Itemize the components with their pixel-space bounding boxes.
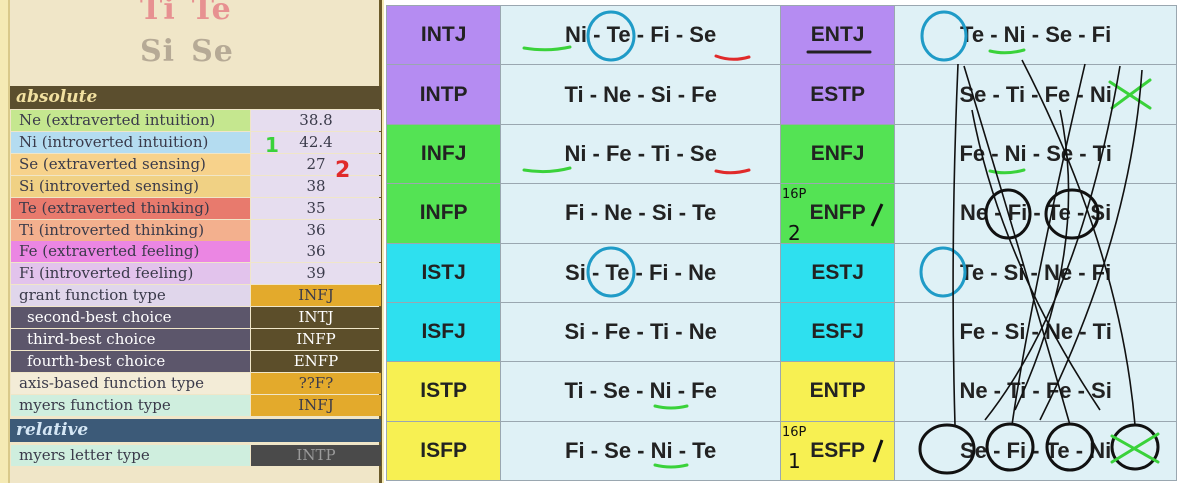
metric-row: Si (introverted sensing) 38 <box>11 175 381 197</box>
metric-label: Se (extraverted sensing) <box>11 153 250 175</box>
type-code-extravert: ENFP <box>779 183 896 244</box>
function-stack-extravert: Fe - Ni - Se - Ti <box>894 123 1177 185</box>
metric-row: grant function type INFJ <box>11 285 381 307</box>
metric-value: 42.4 <box>251 131 381 153</box>
metric-label: grant function type <box>11 285 250 307</box>
logo-ti: Ti <box>140 0 176 27</box>
logo-si: Si <box>140 34 176 69</box>
metric-label: axis-based function type <box>11 372 250 394</box>
metric-row: Se (extraverted sensing) 27 <box>11 153 381 175</box>
metric-label: Te (extraverted thinking) <box>11 197 250 219</box>
section-header-absolute: absolute <box>10 86 381 109</box>
metric-value: INFJ <box>251 285 381 307</box>
type-code-extravert: ENTJ <box>779 4 896 66</box>
relative-row: myers letter type INTP <box>11 445 381 466</box>
metric-row: Ni (introverted intuition) 42.4 <box>11 131 381 153</box>
function-stack-introvert: Fi - Se - Ni - Te <box>500 420 781 482</box>
type-code-introvert: ISFP <box>385 420 502 482</box>
relative-label: myers letter type <box>11 445 250 466</box>
type-row: ISFP Fi - Se - Ni - Te ESFP Se - Fi - Te - … <box>385 420 1177 482</box>
metric-row: third-best choice INFP <box>11 329 381 350</box>
relative-value: INTP <box>251 445 381 466</box>
type-row: INFP Fi - Ne - Si - Te ENFP Ne - Fi - Te - … <box>385 183 1177 244</box>
metric-label: Fi (introverted feeling) <box>11 263 250 285</box>
type-code-introvert: INTP <box>385 64 502 125</box>
type-code-introvert: INFP <box>385 183 502 244</box>
function-stack-extravert: Se - Ti - Fe - Ni <box>894 64 1177 125</box>
metric-label: Ni (introverted intuition) <box>11 131 250 153</box>
metric-value: 35 <box>251 197 381 219</box>
function-stack-introvert: Si - Te - Fi - Ne <box>500 242 781 303</box>
results-panel: Ti Te Si Se absolute Ne (extraverted intui… <box>0 0 384 483</box>
type-code-introvert: ISFJ <box>385 301 502 363</box>
function-stack-extravert: Fe - Si - Ne - Ti <box>894 301 1177 363</box>
metric-row: Fe (extraverted feeling) 36 <box>11 241 381 263</box>
metric-label: second-best choice <box>11 307 250 329</box>
metric-value: 38.8 <box>251 110 381 131</box>
type-code-extravert: ENFJ <box>779 123 896 185</box>
logo-se: Se <box>191 34 234 69</box>
metric-row: myers function type INFJ <box>11 394 381 416</box>
type-row: ISTJ Si - Te - Fi - Ne ESTJ Te - Si - Ne - … <box>385 242 1177 303</box>
type-code-extravert: ESTP <box>779 64 896 125</box>
section-header-relative: relative <box>10 419 381 442</box>
metric-label: Ti (introverted thinking) <box>11 219 250 241</box>
metric-row: Ne (extraverted intuition) 38.8 <box>11 110 381 131</box>
metric-value: ??F? <box>251 372 381 394</box>
type-code-extravert: ESTJ <box>779 242 896 303</box>
metric-value: 27 <box>251 153 381 175</box>
metric-value: INFP <box>251 329 381 350</box>
function-stack-introvert: Ni - Fe - Ti - Se <box>500 123 781 185</box>
metric-value: 36 <box>251 241 381 263</box>
type-row: ISTP Ti - Se - Ni - Fe ENTP Ne - Ti - Fe - … <box>385 361 1177 422</box>
function-stack-introvert: Si - Fe - Ti - Ne <box>500 301 781 363</box>
metric-label: Ne (extraverted intuition) <box>11 110 250 131</box>
metric-label: Fe (extraverted feeling) <box>11 241 250 263</box>
type-code-extravert: ESFJ <box>779 301 896 363</box>
metric-value: 36 <box>251 219 381 241</box>
logo-bottom: Si Se <box>140 34 250 69</box>
function-stack-introvert: Ti - Ne - Si - Fe <box>500 64 781 125</box>
type-code-introvert: ISTJ <box>385 242 502 303</box>
metric-label: third-best choice <box>11 329 250 350</box>
type-code-introvert: INTJ <box>385 4 502 66</box>
logo-te: Te <box>191 0 232 27</box>
type-row: INFJ Ni - Fe - Ti - Se ENFJ Fe - Ni - Se - … <box>385 123 1177 185</box>
function-stack-introvert: Ti - Se - Ni - Fe <box>500 361 781 422</box>
metric-value: INTJ <box>251 307 381 329</box>
function-stack-extravert: Te - Ni - Se - Fi <box>894 4 1177 66</box>
type-function-table: INTJ Ni - Te - Fi - Se ENTJ Te - Ni - Se - … <box>385 4 1177 482</box>
type-code-introvert: INFJ <box>385 123 502 185</box>
metric-value: ENFP <box>251 350 381 372</box>
metric-value: INFJ <box>251 394 381 416</box>
type-row: INTJ Ni - Te - Fi - Se ENTJ Te - Ni - Se - … <box>385 4 1177 66</box>
function-stack-extravert: Ne - Ti - Fe - Si <box>894 361 1177 422</box>
metric-value: 38 <box>251 175 381 197</box>
metric-label: myers function type <box>11 394 250 416</box>
metric-row: Fi (introverted feeling) 39 <box>11 263 381 285</box>
metric-row: Ti (introverted thinking) 36 <box>11 219 381 241</box>
type-code-introvert: ISTP <box>385 361 502 422</box>
type-row: INTP Ti - Ne - Si - Fe ESTP Se - Ti - Fe - … <box>385 64 1177 125</box>
type-code-extravert: ESFP <box>779 420 896 482</box>
type-code-extravert: ENTP <box>779 361 896 422</box>
function-stack-extravert: Se - Fi - Te - Ni <box>894 420 1177 482</box>
function-stack-introvert: Ni - Te - Fi - Se <box>500 4 781 66</box>
metric-row: axis-based function type ??F? <box>11 372 381 394</box>
type-row: ISFJ Si - Fe - Ti - Ne ESFJ Fe - Si - Ne - … <box>385 301 1177 363</box>
logo-top: Ti Te <box>140 0 248 27</box>
metric-row: fourth-best choice ENFP <box>11 350 381 372</box>
metric-row: Te (extraverted thinking) 35 <box>11 197 381 219</box>
metric-label: fourth-best choice <box>11 350 250 372</box>
function-stack-extravert: Ne - Fi - Te - Si <box>894 183 1177 244</box>
function-stack-extravert: Te - Si - Ne - Fi <box>894 242 1177 303</box>
metric-row: second-best choice INTJ <box>11 307 381 329</box>
function-stack-introvert: Fi - Ne - Si - Te <box>500 183 781 244</box>
metric-label: Si (introverted sensing) <box>11 175 250 197</box>
metric-value: 39 <box>251 263 381 285</box>
